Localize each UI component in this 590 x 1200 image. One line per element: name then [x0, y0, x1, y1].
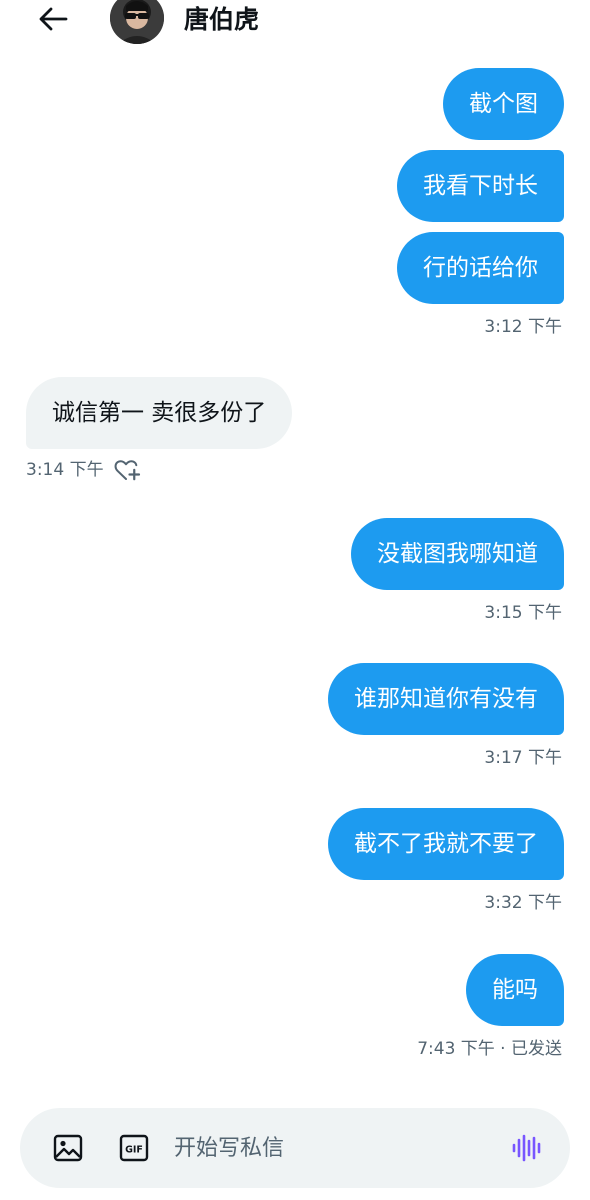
message-timestamp: 3:14 下午 — [26, 460, 104, 480]
back-button[interactable] — [34, 2, 72, 36]
incoming-message[interactable]: 诚信第一 卖很多份了 — [26, 377, 293, 449]
conversation-header: 唐伯虎 — [0, 0, 590, 48]
svg-text:GIF: GIF — [125, 1145, 143, 1156]
outgoing-message[interactable]: 我看下时长 — [397, 150, 564, 222]
message-timestamp: 3:15 下午 — [484, 603, 562, 623]
outgoing-message[interactable]: 没截图我哪知道 — [351, 518, 564, 590]
message-timestamp-sent-status: 7:43 下午 · 已发送 — [417, 1039, 562, 1059]
add-gif-button[interactable]: GIF — [116, 1130, 152, 1166]
dm-conversation-screen: 唐伯虎 截个图 我看下时长 行的话给你 3:12 下午 诚信第一 卖很多份了 3… — [0, 0, 590, 1200]
back-arrow-icon — [39, 7, 68, 31]
contact-avatar[interactable] — [110, 0, 164, 44]
message-composer: GIF — [20, 1108, 570, 1188]
message-timestamp: 3:17 下午 — [484, 748, 562, 768]
message-timestamp: 3:12 下午 — [484, 317, 562, 337]
outgoing-message[interactable]: 能吗 — [466, 954, 564, 1026]
gif-icon: GIF — [119, 1134, 149, 1162]
image-icon — [53, 1134, 83, 1162]
outgoing-message[interactable]: 谁那知道你有没有 — [328, 663, 564, 735]
voice-wave-icon — [512, 1134, 541, 1162]
voice-message-button[interactable] — [508, 1130, 544, 1166]
outgoing-message[interactable]: 截不了我就不要了 — [328, 808, 564, 880]
message-input[interactable] — [174, 1126, 494, 1170]
message-timestamp: 3:32 下午 — [484, 893, 562, 913]
add-image-button[interactable] — [50, 1130, 86, 1166]
outgoing-message[interactable]: 行的话给你 — [397, 232, 564, 304]
contact-name[interactable]: 唐伯虎 — [184, 2, 259, 38]
heart-plus-icon — [114, 460, 141, 481]
outgoing-message[interactable]: 截个图 — [443, 68, 564, 140]
add-reaction-button[interactable] — [112, 457, 142, 483]
